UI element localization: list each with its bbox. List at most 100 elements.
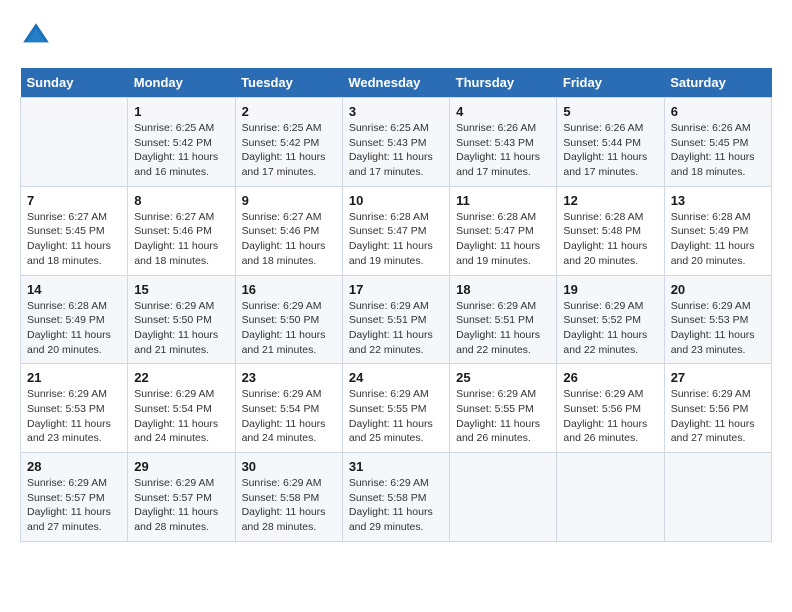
day-number: 15 bbox=[134, 282, 228, 297]
day-info: Sunrise: 6:28 AMSunset: 5:49 PMDaylight:… bbox=[27, 299, 121, 358]
calendar-cell: 3 Sunrise: 6:25 AMSunset: 5:43 PMDaylight… bbox=[342, 98, 449, 187]
day-number: 7 bbox=[27, 193, 121, 208]
day-info: Sunrise: 6:29 AMSunset: 5:51 PMDaylight:… bbox=[456, 299, 550, 358]
day-info: Sunrise: 6:29 AMSunset: 5:57 PMDaylight:… bbox=[27, 476, 121, 535]
day-info: Sunrise: 6:29 AMSunset: 5:50 PMDaylight:… bbox=[242, 299, 336, 358]
day-info: Sunrise: 6:29 AMSunset: 5:53 PMDaylight:… bbox=[671, 299, 765, 358]
week-row-3: 14 Sunrise: 6:28 AMSunset: 5:49 PMDayligh… bbox=[21, 275, 772, 364]
day-number: 27 bbox=[671, 370, 765, 385]
calendar-cell: 8Sunrise: 6:27 AMSunset: 5:46 PMDaylight… bbox=[128, 186, 235, 275]
day-info: Sunrise: 6:29 AMSunset: 5:54 PMDaylight:… bbox=[134, 387, 228, 446]
day-number: 9 bbox=[242, 193, 336, 208]
day-info: Sunrise: 6:26 AMSunset: 5:43 PMDaylight:… bbox=[456, 121, 550, 180]
col-header-wednesday: Wednesday bbox=[342, 68, 449, 98]
day-number: 19 bbox=[563, 282, 657, 297]
calendar-cell: 25 Sunrise: 6:29 AMSunset: 5:55 PMDayligh… bbox=[450, 364, 557, 453]
day-number: 1 bbox=[134, 104, 228, 119]
day-info: Sunrise: 6:29 AMSunset: 5:55 PMDaylight:… bbox=[349, 387, 443, 446]
calendar-cell: 30 Sunrise: 6:29 AMSunset: 5:58 PMDayligh… bbox=[235, 453, 342, 542]
day-number: 4 bbox=[456, 104, 550, 119]
calendar-cell: 21Sunrise: 6:29 AMSunset: 5:53 PMDayligh… bbox=[21, 364, 128, 453]
day-info: Sunrise: 6:26 AMSunset: 5:45 PMDaylight:… bbox=[671, 121, 765, 180]
day-number: 18 bbox=[456, 282, 550, 297]
day-number: 23 bbox=[242, 370, 336, 385]
page: SundayMondayTuesdayWednesdayThursdayFrid… bbox=[0, 0, 792, 552]
day-number: 5 bbox=[563, 104, 657, 119]
logo bbox=[20, 20, 56, 52]
calendar-cell: 19 Sunrise: 6:29 AMSunset: 5:52 PMDayligh… bbox=[557, 275, 664, 364]
calendar-cell: 10 Sunrise: 6:28 AMSunset: 5:47 PMDayligh… bbox=[342, 186, 449, 275]
day-info: Sunrise: 6:29 AMSunset: 5:55 PMDaylight:… bbox=[456, 387, 550, 446]
day-number: 17 bbox=[349, 282, 443, 297]
day-info: Sunrise: 6:29 AMSunset: 5:58 PMDaylight:… bbox=[242, 476, 336, 535]
calendar-cell: 15 Sunrise: 6:29 AMSunset: 5:50 PMDayligh… bbox=[128, 275, 235, 364]
calendar-cell: 4 Sunrise: 6:26 AMSunset: 5:43 PMDaylight… bbox=[450, 98, 557, 187]
calendar-cell bbox=[664, 453, 771, 542]
day-number: 30 bbox=[242, 459, 336, 474]
calendar-cell: 18 Sunrise: 6:29 AMSunset: 5:51 PMDayligh… bbox=[450, 275, 557, 364]
calendar-cell: 13 Sunrise: 6:28 AMSunset: 5:49 PMDayligh… bbox=[664, 186, 771, 275]
day-number: 20 bbox=[671, 282, 765, 297]
day-number: 6 bbox=[671, 104, 765, 119]
col-header-tuesday: Tuesday bbox=[235, 68, 342, 98]
calendar-cell: 9 Sunrise: 6:27 AMSunset: 5:46 PMDaylight… bbox=[235, 186, 342, 275]
calendar-cell: 11Sunrise: 6:28 AMSunset: 5:47 PMDayligh… bbox=[450, 186, 557, 275]
calendar-cell: 1 Sunrise: 6:25 AMSunset: 5:42 PMDaylight… bbox=[128, 98, 235, 187]
day-number: 3 bbox=[349, 104, 443, 119]
day-info: Sunrise: 6:29 AMSunset: 5:58 PMDaylight:… bbox=[349, 476, 443, 535]
day-info: Sunrise: 6:29 AMSunset: 5:52 PMDaylight:… bbox=[563, 299, 657, 358]
day-info: Sunrise: 6:26 AMSunset: 5:44 PMDaylight:… bbox=[563, 121, 657, 180]
col-header-monday: Monday bbox=[128, 68, 235, 98]
day-info: Sunrise: 6:27 AMSunset: 5:46 PMDaylight:… bbox=[242, 210, 336, 269]
day-number: 12 bbox=[563, 193, 657, 208]
day-info: Sunrise: 6:28 AMSunset: 5:47 PMDaylight:… bbox=[456, 210, 550, 269]
calendar-cell: 24 Sunrise: 6:29 AMSunset: 5:55 PMDayligh… bbox=[342, 364, 449, 453]
col-header-thursday: Thursday bbox=[450, 68, 557, 98]
day-number: 31 bbox=[349, 459, 443, 474]
week-row-4: 21Sunrise: 6:29 AMSunset: 5:53 PMDayligh… bbox=[21, 364, 772, 453]
day-number: 29 bbox=[134, 459, 228, 474]
day-number: 14 bbox=[27, 282, 121, 297]
day-number: 28 bbox=[27, 459, 121, 474]
day-info: Sunrise: 6:25 AMSunset: 5:42 PMDaylight:… bbox=[134, 121, 228, 180]
day-number: 22 bbox=[134, 370, 228, 385]
calendar-cell bbox=[450, 453, 557, 542]
calendar-cell: 29Sunrise: 6:29 AMSunset: 5:57 PMDayligh… bbox=[128, 453, 235, 542]
day-info: Sunrise: 6:27 AMSunset: 5:45 PMDaylight:… bbox=[27, 210, 121, 269]
day-number: 2 bbox=[242, 104, 336, 119]
logo-icon bbox=[20, 20, 52, 52]
calendar-cell: 12 Sunrise: 6:28 AMSunset: 5:48 PMDayligh… bbox=[557, 186, 664, 275]
header-row: SundayMondayTuesdayWednesdayThursdayFrid… bbox=[21, 68, 772, 98]
calendar-cell: 7 Sunrise: 6:27 AMSunset: 5:45 PMDaylight… bbox=[21, 186, 128, 275]
calendar-cell: 31 Sunrise: 6:29 AMSunset: 5:58 PMDayligh… bbox=[342, 453, 449, 542]
day-info: Sunrise: 6:28 AMSunset: 5:47 PMDaylight:… bbox=[349, 210, 443, 269]
day-number: 24 bbox=[349, 370, 443, 385]
calendar-cell: 22 Sunrise: 6:29 AMSunset: 5:54 PMDayligh… bbox=[128, 364, 235, 453]
calendar-cell: 26 Sunrise: 6:29 AMSunset: 5:56 PMDayligh… bbox=[557, 364, 664, 453]
calendar-cell: 23Sunrise: 6:29 AMSunset: 5:54 PMDayligh… bbox=[235, 364, 342, 453]
calendar-cell: 5 Sunrise: 6:26 AMSunset: 5:44 PMDaylight… bbox=[557, 98, 664, 187]
week-row-1: 1 Sunrise: 6:25 AMSunset: 5:42 PMDaylight… bbox=[21, 98, 772, 187]
week-row-5: 28 Sunrise: 6:29 AMSunset: 5:57 PMDayligh… bbox=[21, 453, 772, 542]
day-number: 26 bbox=[563, 370, 657, 385]
day-number: 10 bbox=[349, 193, 443, 208]
col-header-friday: Friday bbox=[557, 68, 664, 98]
day-info: Sunrise: 6:29 AMSunset: 5:53 PMDaylight:… bbox=[27, 387, 121, 446]
day-info: Sunrise: 6:29 AMSunset: 5:51 PMDaylight:… bbox=[349, 299, 443, 358]
day-info: Sunrise: 6:25 AMSunset: 5:43 PMDaylight:… bbox=[349, 121, 443, 180]
calendar-table: SundayMondayTuesdayWednesdayThursdayFrid… bbox=[20, 68, 772, 542]
day-info: Sunrise: 6:29 AMSunset: 5:56 PMDaylight:… bbox=[563, 387, 657, 446]
header bbox=[20, 20, 772, 52]
calendar-cell: 28 Sunrise: 6:29 AMSunset: 5:57 PMDayligh… bbox=[21, 453, 128, 542]
calendar-cell: 16 Sunrise: 6:29 AMSunset: 5:50 PMDayligh… bbox=[235, 275, 342, 364]
day-number: 16 bbox=[242, 282, 336, 297]
day-info: Sunrise: 6:29 AMSunset: 5:50 PMDaylight:… bbox=[134, 299, 228, 358]
calendar-cell bbox=[557, 453, 664, 542]
day-info: Sunrise: 6:28 AMSunset: 5:49 PMDaylight:… bbox=[671, 210, 765, 269]
day-number: 8 bbox=[134, 193, 228, 208]
day-info: Sunrise: 6:28 AMSunset: 5:48 PMDaylight:… bbox=[563, 210, 657, 269]
week-row-2: 7 Sunrise: 6:27 AMSunset: 5:45 PMDaylight… bbox=[21, 186, 772, 275]
day-number: 25 bbox=[456, 370, 550, 385]
day-number: 13 bbox=[671, 193, 765, 208]
calendar-cell: 14 Sunrise: 6:28 AMSunset: 5:49 PMDayligh… bbox=[21, 275, 128, 364]
